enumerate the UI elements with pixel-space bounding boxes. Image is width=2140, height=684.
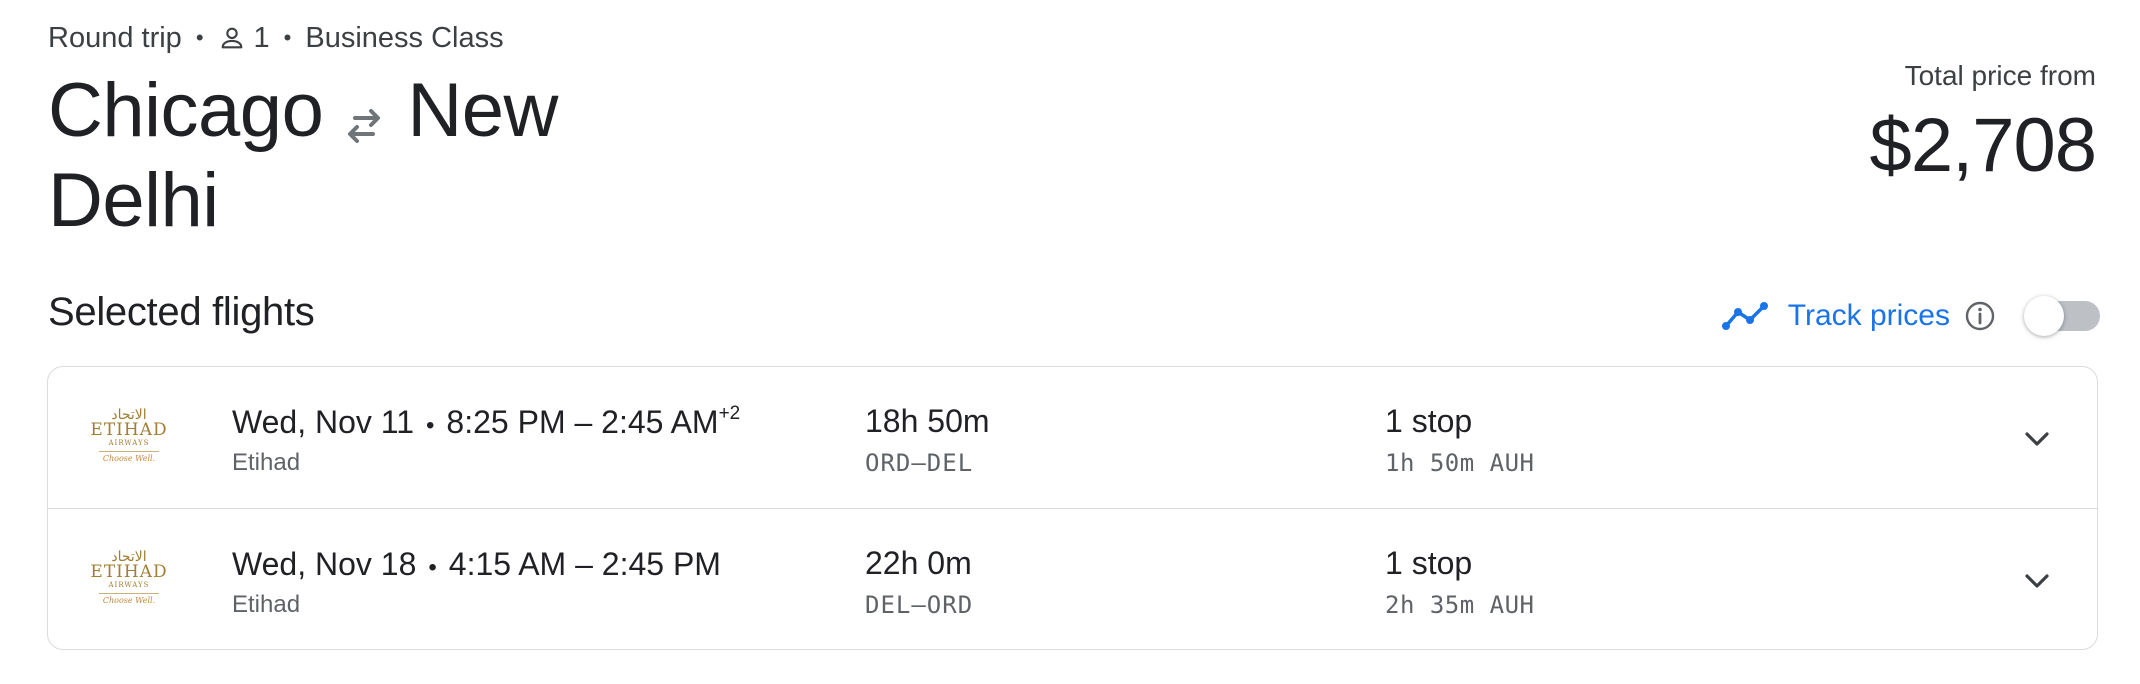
price-label: Total price from [1904,60,2096,91]
airline-name: Etihad [232,591,301,618]
section-title: Selected flights [48,290,315,334]
track-prices-control: Track prices [1721,296,2100,336]
selected-flights-list: الاتحاد ETIHAD AIRWAYS Choose Well. Wed,… [47,366,2098,650]
flight-summary-page: Round trip • 1 • Business Class Chicago … [0,0,2140,684]
flight-date: Wed, Nov 11 [232,404,415,440]
etihad-logo: الاتحاد ETIHAD AIRWAYS Choose Well. [90,548,168,605]
flight-duration: 18h 50m [865,403,990,439]
flight-times: Wed, Nov 18 • 4:15 AM – 2:45 PM [232,546,721,582]
layover-info: 1h 50m AUH [1385,449,1535,477]
separator-dot: • [283,25,292,50]
day-offset: +2 [718,403,741,424]
track-prices-label[interactable]: Track prices [1788,299,1950,333]
airport-codes: DEL–ORD [865,591,974,619]
origin-city: Chicago [48,68,324,153]
cabin-class: Business Class [305,21,504,54]
trip-meta: Round trip • 1 • Business Class [48,18,504,58]
airport-codes: ORD–DEL [865,449,974,477]
separator-dot: • [195,25,204,50]
flight-times: Wed, Nov 11 • 8:25 PM – 2:45 AM+2 [232,403,741,440]
chevron-down-icon [2025,432,2049,446]
time-range: 4:15 AM – 2:45 PM [448,546,721,582]
etihad-logo: الاتحاد ETIHAD AIRWAYS Choose Well. [90,406,168,463]
route-title: Chicago New Delhi [48,66,588,246]
layover-info: 2h 35m AUH [1385,591,1535,619]
toggle-knob [2024,296,2064,336]
stop-count: 1 stop [1385,545,1473,581]
flight-row-outbound[interactable]: الاتحاد ETIHAD AIRWAYS Choose Well. Wed,… [48,367,2097,508]
stop-count: 1 stop [1385,403,1473,439]
person-outline-icon [221,27,242,49]
trending-line-icon [1721,302,1768,330]
flight-date: Wed, Nov 18 [232,546,417,582]
chevron-down-icon [2025,574,2049,588]
trip-type: Round trip [48,21,182,54]
passenger-count: 1 [253,21,270,54]
expand-button[interactable] [2015,417,2059,461]
track-prices-toggle[interactable] [2024,296,2100,336]
total-price: $2,708 [1869,103,2097,188]
swap-arrows-icon [348,109,381,143]
flight-row-return[interactable]: الاتحاد ETIHAD AIRWAYS Choose Well. Wed,… [48,508,2097,649]
time-range: 8:25 PM – 2:45 AM [446,404,719,440]
expand-button[interactable] [2015,559,2059,603]
flight-duration: 22h 0m [865,545,972,581]
price-block: Total price from $2,708 [1869,60,2097,189]
info-circle-icon[interactable] [1964,300,1996,332]
airline-name: Etihad [232,449,301,476]
